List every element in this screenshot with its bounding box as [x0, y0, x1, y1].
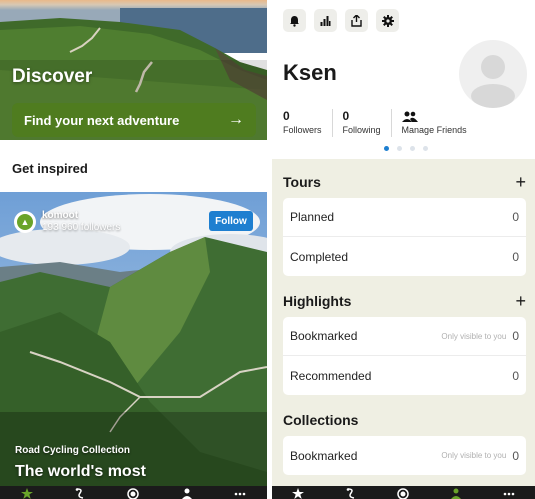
tab-more[interactable] — [499, 486, 519, 499]
komoot-logo-icon: ▲ — [17, 214, 33, 230]
followers-count: 0 — [283, 109, 290, 123]
collections-list: Bookmarked Only visible to you 0 — [283, 436, 526, 475]
pager-dot[interactable] — [397, 146, 402, 151]
list-item[interactable]: Planned 0 — [283, 198, 526, 237]
more-icon — [503, 492, 514, 496]
list-item[interactable]: Bookmarked Only visible to you 0 — [283, 317, 526, 356]
find-adventure-label: Find your next adventure — [24, 112, 180, 128]
row-label: Bookmarked — [290, 329, 358, 343]
pager-dot[interactable] — [384, 146, 389, 151]
publisher-info[interactable]: ▲ komoot 193 960 followers — [14, 210, 120, 234]
highlights-section-header: Highlights + — [283, 292, 526, 310]
friends-icon — [401, 109, 467, 123]
row-visibility-hint: Only visible to you — [441, 331, 507, 341]
collection-card[interactable] — [0, 192, 267, 486]
bottom-tab-bar — [0, 486, 267, 499]
record-icon — [127, 488, 140, 499]
row-label: Bookmarked — [290, 448, 358, 463]
tab-profile[interactable] — [446, 486, 466, 499]
highlights-title: Highlights — [283, 293, 352, 309]
discover-title: Discover — [12, 66, 93, 87]
profile-screen: Ksen 0 Followers 0 Following Manage Frie… — [272, 0, 535, 499]
tab-record[interactable] — [393, 486, 413, 499]
more-icon — [234, 492, 246, 496]
get-inspired-heading: Get inspired — [12, 161, 88, 176]
route-icon — [346, 488, 355, 499]
pager-dot[interactable] — [410, 146, 415, 151]
list-item[interactable]: Completed 0 — [283, 237, 526, 276]
manage-friends-label: Manage Friends — [401, 125, 467, 135]
publisher-followers: 193 960 followers — [42, 222, 121, 233]
pager-dots — [384, 146, 428, 151]
row-visibility-hint: Only visible to you — [441, 451, 507, 460]
card-title: The world's most — [15, 463, 146, 480]
publisher-avatar: ▲ — [14, 211, 36, 233]
settings-button[interactable] — [376, 9, 399, 32]
row-count: 0 — [512, 448, 519, 463]
profile-icon — [451, 488, 462, 499]
row-label: Planned — [290, 210, 335, 224]
tab-profile[interactable] — [177, 486, 197, 499]
record-icon — [397, 488, 410, 499]
share-button[interactable] — [345, 9, 368, 32]
pager-dot[interactable] — [423, 146, 428, 151]
find-adventure-button[interactable]: Find your next adventure → — [12, 103, 256, 137]
row-label: Recommended — [290, 368, 372, 383]
row-label: Completed — [290, 249, 349, 264]
tab-discover[interactable] — [17, 486, 37, 499]
highlights-list: Bookmarked Only visible to you 0 Recomme… — [283, 317, 526, 395]
following-count: 0 — [342, 109, 350, 123]
tab-plan[interactable] — [70, 486, 90, 499]
following-stat[interactable]: 0 Following — [343, 109, 392, 137]
tab-record[interactable] — [123, 486, 143, 499]
statistics-button[interactable] — [314, 9, 337, 32]
star-icon — [292, 488, 305, 499]
card-category: Road Cycling Collection — [15, 445, 131, 456]
gear-icon — [381, 14, 394, 27]
avatar[interactable] — [459, 40, 527, 108]
follow-button[interactable]: Follow — [209, 211, 253, 231]
discover-screen: Discover Find your next adventure → Get … — [0, 0, 267, 499]
row-count: 0 — [512, 329, 519, 343]
tab-discover[interactable] — [288, 486, 308, 499]
notifications-button[interactable] — [283, 9, 306, 32]
bottom-tab-bar — [272, 486, 535, 499]
tours-list: Planned 0 Completed 0 — [283, 198, 526, 276]
list-item[interactable]: Recommended 0 — [283, 356, 526, 395]
followers-label: Followers — [283, 125, 322, 135]
tours-section-header: Tours + — [283, 173, 526, 191]
list-item[interactable]: Bookmarked Only visible to you 0 — [283, 436, 526, 475]
add-highlight-plus-icon[interactable]: + — [515, 292, 526, 310]
manage-friends-button[interactable]: Manage Friends — [401, 109, 467, 137]
collections-title: Collections — [283, 412, 359, 428]
following-label: Following — [342, 125, 381, 135]
profile-sections: Tours + Planned 0 Completed 0 Highlights… — [272, 159, 535, 486]
followers-stat[interactable]: 0 Followers — [283, 109, 333, 137]
publisher-name: komoot — [42, 210, 79, 221]
tab-plan[interactable] — [341, 486, 361, 499]
bell-icon — [290, 15, 299, 27]
row-count: 0 — [512, 210, 519, 224]
profile-toolbar — [283, 9, 399, 32]
tours-title: Tours — [283, 174, 321, 190]
add-tour-plus-icon[interactable]: + — [515, 173, 526, 191]
star-icon — [20, 488, 33, 499]
profile-stats: 0 Followers 0 Following Manage Friends — [283, 109, 467, 137]
route-icon — [75, 488, 84, 499]
row-count: 0 — [512, 368, 519, 383]
bar-chart-icon — [320, 15, 331, 26]
arrow-right-icon: → — [228, 111, 244, 128]
person-placeholder-icon — [471, 55, 515, 108]
profile-icon — [181, 488, 192, 499]
row-count: 0 — [512, 249, 519, 264]
collections-section-header: Collections — [283, 412, 526, 428]
tab-more[interactable] — [230, 486, 250, 499]
share-icon — [351, 14, 362, 27]
profile-name: Ksen — [283, 60, 337, 85]
